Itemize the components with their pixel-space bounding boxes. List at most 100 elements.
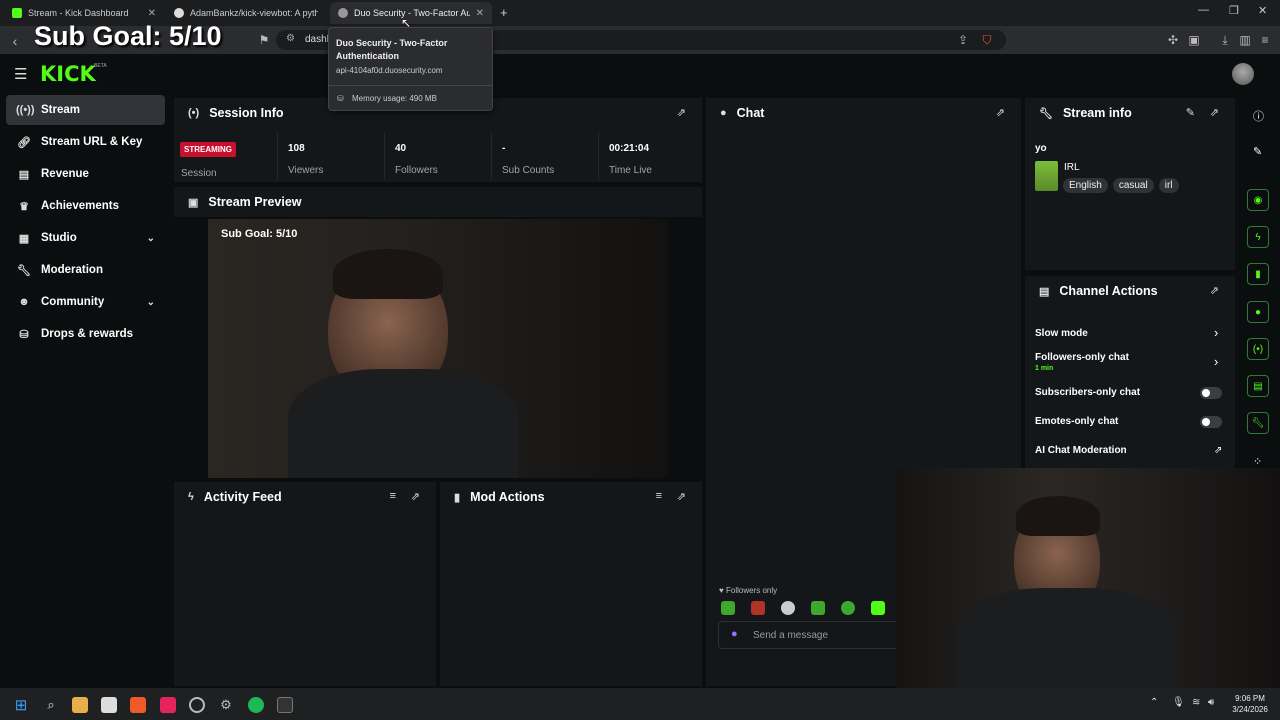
capcut-icon[interactable]	[160, 697, 176, 713]
tooltip-title: Duo Security - Two-Factor Authentication	[336, 38, 448, 61]
new-tab-button[interactable]: +	[500, 5, 508, 20]
sidebar-item-moderation[interactable]: 🔧︎ Moderation	[6, 255, 165, 285]
sidebar-item-achievements[interactable]: ♛ Achievements	[6, 191, 165, 221]
status-badge: STREAMING	[180, 142, 236, 157]
emote-icon[interactable]	[871, 601, 885, 615]
sidebar-item-community[interactable]: ☻ Community ⌄	[6, 287, 165, 317]
document-icon[interactable]: ▮	[1247, 263, 1269, 285]
site-info-icon[interactable]: ⚙	[286, 33, 295, 44]
tag-chip[interactable]: casual	[1112, 178, 1154, 193]
filter-icon[interactable]: ≡	[390, 490, 396, 502]
terminal-icon[interactable]	[277, 697, 293, 713]
sidebar-item-drops[interactable]: ⛁ Drops & rewards	[6, 319, 165, 349]
popout-icon[interactable]: ⇗	[1210, 106, 1219, 119]
chevron-right-icon[interactable]: ›	[1214, 354, 1218, 369]
sidebar-item-stream[interactable]: ((•)) Stream	[6, 95, 165, 125]
popout-icon[interactable]: ⇗	[411, 490, 420, 503]
panel-title: Activity Feed	[203, 490, 282, 504]
time-live-value: 00:21:04	[609, 143, 650, 154]
download-icon[interactable]: ⤓	[1218, 33, 1232, 48]
stream-preview-video[interactable]	[208, 219, 668, 478]
volume-icon[interactable]: 🔊︎	[1208, 697, 1214, 708]
minimize-icon[interactable]: —	[1198, 4, 1209, 16]
close-icon[interactable]: ✕	[148, 8, 156, 19]
kick-logo[interactable]: KICK	[40, 62, 96, 86]
trophy-icon: ♛	[19, 200, 29, 213]
file-explorer-icon[interactable]	[72, 697, 88, 713]
chat-bubble-icon[interactable]: ●	[1247, 301, 1269, 323]
mouse-cursor-icon: ↖	[401, 16, 412, 30]
slow-mode-option[interactable]: Slow mode	[1035, 328, 1088, 339]
clock-date[interactable]: 3/24/2026	[1226, 705, 1274, 714]
tag-chip[interactable]: English	[1063, 178, 1108, 193]
chevron-right-icon[interactable]: ›	[1214, 325, 1218, 340]
window-close-icon[interactable]: ✕	[1258, 4, 1267, 17]
extensions-icon[interactable]: ✣	[1166, 33, 1180, 47]
sidebar-item-stream-url[interactable]: 🔗︎ Stream URL & Key	[6, 127, 165, 157]
store-icon[interactable]	[101, 697, 117, 713]
popout-icon[interactable]: ⇗	[996, 106, 1005, 119]
ai-chat-moderation-option[interactable]: AI Chat Moderation	[1035, 445, 1127, 456]
clock-time[interactable]: 9:06 PM	[1230, 694, 1270, 703]
broadcast-icon[interactable]: (•)	[1247, 338, 1269, 360]
brave-shield-icon[interactable]: ⛉	[980, 33, 994, 48]
close-icon[interactable]: ✕	[476, 8, 484, 19]
more-icon[interactable]: ⁘	[1253, 455, 1262, 468]
sidebar-item-studio[interactable]: ▦ Studio ⌄	[6, 223, 165, 253]
filter-icon[interactable]: ≡	[656, 490, 662, 502]
divider	[277, 132, 278, 180]
emote-icon[interactable]	[811, 601, 825, 615]
edit-pencil-icon[interactable]: ✎	[1186, 106, 1195, 119]
channel-actions-icon[interactable]: ▤	[1247, 375, 1269, 397]
followers-label: Followers	[395, 165, 438, 176]
popout-icon[interactable]: ⇗	[677, 490, 686, 503]
subscribers-only-toggle[interactable]	[1200, 387, 1222, 399]
edit-pencil-icon[interactable]: ✎	[1253, 145, 1262, 158]
wrench-icon[interactable]: 🔧︎	[1247, 412, 1269, 434]
followers-only-label: ♥ Followers only	[719, 586, 778, 595]
microphone-icon[interactable]: 🎙︎	[1172, 697, 1185, 708]
divider	[329, 85, 492, 86]
popout-icon[interactable]: ⇗	[677, 106, 686, 119]
obs-icon[interactable]	[189, 697, 205, 713]
camera-icon[interactable]: ◉	[1247, 189, 1269, 211]
chart-icon: ▤	[18, 168, 30, 181]
chevron-down-icon: ⌄	[146, 232, 155, 244]
tab-title: Duo Security - Two-Factor Authe	[354, 8, 470, 18]
streamer-hair	[1016, 496, 1100, 536]
external-link-icon[interactable]: ⇗	[1214, 445, 1222, 456]
viewers-label: Viewers	[288, 165, 324, 176]
emote-icon[interactable]	[841, 601, 855, 615]
search-icon[interactable]: ⌕	[43, 697, 59, 713]
spotify-icon[interactable]	[248, 697, 264, 713]
settings-gear-icon[interactable]: ⚙	[218, 697, 234, 713]
emote-icon[interactable]	[721, 601, 735, 615]
emote-icon[interactable]	[781, 601, 795, 615]
sidebar-toggle-icon[interactable]: ▥	[1238, 33, 1252, 47]
popout-icon[interactable]: ⇗	[1210, 284, 1219, 297]
wifi-icon[interactable]: ≋	[1192, 697, 1200, 708]
microphone-icon[interactable]: ●	[731, 628, 738, 640]
tag-chip[interactable]: irl	[1158, 178, 1179, 193]
emotes-only-toggle[interactable]	[1200, 416, 1222, 428]
restore-icon[interactable]: ❐	[1229, 4, 1239, 17]
users-icon: ☻	[18, 296, 30, 308]
emote-icon[interactable]	[751, 601, 765, 615]
bookmark-icon[interactable]: ⚑	[257, 33, 271, 47]
info-icon[interactable]: ⓘ	[1253, 108, 1264, 124]
hamburger-menu-icon[interactable]: ☰	[14, 65, 27, 83]
chat-message-input[interactable]: ● Send a message	[718, 621, 908, 649]
followers-only-option[interactable]: Followers-only chat	[1035, 352, 1129, 363]
subscribers-only-option: Subscribers-only chat	[1035, 387, 1141, 398]
back-icon[interactable]: ‹	[8, 33, 22, 49]
share-icon[interactable]: ⇪	[956, 33, 970, 47]
lightning-icon[interactable]: ϟ	[1247, 226, 1269, 248]
tab-hover-tooltip: Duo Security - Two-Factor Authentication…	[328, 27, 493, 111]
wallet-icon[interactable]: ▣	[1187, 33, 1201, 47]
menu-icon[interactable]: ≡	[1258, 33, 1272, 47]
brave-browser-icon[interactable]	[130, 697, 146, 713]
sidebar-item-revenue[interactable]: ▤ Revenue	[6, 159, 165, 189]
avatar[interactable]	[1232, 63, 1254, 85]
chevron-up-icon[interactable]: ⌃	[1150, 697, 1158, 708]
windows-start-icon[interactable]: ⊞	[13, 697, 29, 714]
